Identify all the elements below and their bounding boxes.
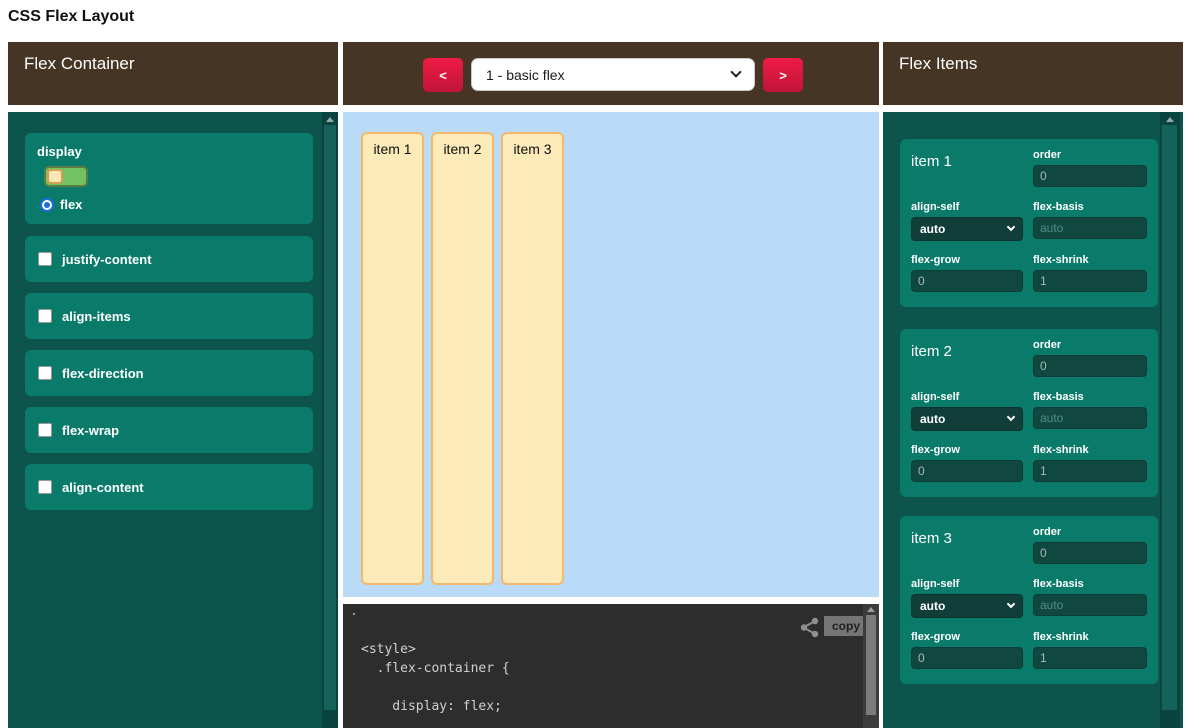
align-self-label: align-self — [911, 391, 1023, 403]
flex-shrink-label: flex-shrink — [1033, 254, 1147, 266]
flex-shrink-input[interactable] — [1033, 460, 1147, 482]
flex-wrap-card[interactable]: flex-wrap — [25, 407, 313, 453]
align-self-select[interactable]: auto — [911, 594, 1023, 618]
flex-grow-label: flex-grow — [911, 631, 1023, 643]
flex-shrink-label: flex-shrink — [1033, 631, 1147, 643]
flex-basis-label: flex-basis — [1033, 578, 1147, 590]
flex-container-title: Flex Container — [24, 54, 135, 74]
align-items-label: align-items — [62, 309, 131, 324]
code-line — [361, 680, 510, 699]
align-items-checkbox[interactable] — [38, 309, 52, 323]
code-scrollbar[interactable] — [863, 604, 879, 728]
align-self-select[interactable]: auto — [911, 407, 1023, 431]
preview-flex-item: item 3 — [501, 132, 564, 585]
next-example-button[interactable]: > — [763, 58, 803, 92]
item-card-title: item 2 — [911, 339, 1023, 382]
flex-direction-label: flex-direction — [62, 366, 144, 381]
display-toggle[interactable] — [44, 166, 88, 187]
align-content-checkbox[interactable] — [38, 480, 52, 494]
flex-direction-checkbox[interactable] — [38, 366, 52, 380]
preview-flex-item: item 2 — [431, 132, 494, 585]
flex-wrap-label: flex-wrap — [62, 423, 119, 438]
code-line: .flex-container { — [361, 661, 510, 680]
flex-basis-input[interactable] — [1033, 407, 1147, 429]
flex-container-panel: display flex justify-content align-items… — [8, 112, 338, 728]
flex-radio-label: flex — [60, 197, 82, 212]
flex-shrink-label: flex-shrink — [1033, 444, 1147, 456]
flex-wrap-checkbox[interactable] — [38, 423, 52, 437]
align-self-label: align-self — [911, 578, 1023, 590]
order-input[interactable] — [1033, 165, 1147, 187]
item-3-card: item 3 order align-self auto flex-basis … — [900, 516, 1158, 684]
flex-grow-label: flex-grow — [911, 444, 1023, 456]
item-1-card: item 1 order align-self auto flex-basis … — [900, 139, 1158, 307]
code-panel: . copy <style> .flex-container { display… — [343, 604, 879, 728]
align-self-label: align-self — [911, 201, 1023, 213]
flex-items-header: Flex Items - 3 + — [883, 42, 1183, 105]
code-scrollbar-thumb[interactable] — [866, 615, 876, 715]
flex-grow-input[interactable] — [911, 460, 1023, 482]
justify-content-label: justify-content — [62, 252, 152, 267]
toggle-knob-icon — [47, 169, 63, 184]
example-select-wrap: 1 - basic flex — [471, 58, 755, 91]
scroll-up-icon[interactable] — [1166, 117, 1174, 122]
item-card-title: item 3 — [911, 526, 1023, 569]
left-panel-scrollbar[interactable] — [322, 112, 338, 728]
copy-button[interactable]: copy — [824, 616, 868, 636]
scroll-up-icon[interactable] — [326, 117, 334, 122]
preview-flex-item: item 1 — [361, 132, 424, 585]
order-input[interactable] — [1033, 542, 1147, 564]
flex-shrink-input[interactable] — [1033, 647, 1147, 669]
order-label: order — [1033, 526, 1147, 538]
flex-basis-label: flex-basis — [1033, 201, 1147, 213]
flex-grow-label: flex-grow — [911, 254, 1023, 266]
flex-basis-input[interactable] — [1033, 594, 1147, 616]
page-title: CSS Flex Layout — [8, 8, 134, 26]
prev-example-button[interactable]: < — [423, 58, 463, 92]
flex-grow-input[interactable] — [911, 270, 1023, 292]
flex-radio[interactable] — [40, 198, 54, 212]
item-2-card: item 2 order align-self auto flex-basis … — [900, 329, 1158, 497]
code-line: display: flex; — [361, 699, 510, 718]
flex-basis-label: flex-basis — [1033, 391, 1147, 403]
example-select[interactable]: 1 - basic flex — [471, 58, 755, 91]
scroll-up-icon[interactable] — [867, 607, 875, 612]
order-label: order — [1033, 339, 1147, 351]
left-scrollbar-thumb[interactable] — [324, 125, 336, 710]
code-line: <style> — [361, 642, 510, 661]
code-caret-dot: . — [352, 602, 356, 618]
justify-content-checkbox[interactable] — [38, 252, 52, 266]
flex-items-panel: item 1 order align-self auto flex-basis … — [883, 112, 1183, 728]
right-scrollbar-thumb[interactable] — [1162, 125, 1177, 710]
flex-shrink-input[interactable] — [1033, 270, 1147, 292]
align-content-label: align-content — [62, 480, 144, 495]
share-icon[interactable] — [800, 617, 819, 638]
align-self-select[interactable]: auto — [911, 217, 1023, 241]
justify-content-card[interactable]: justify-content — [25, 236, 313, 282]
code-text: <style> .flex-container { display: flex; — [361, 642, 510, 718]
item-card-title: item 1 — [911, 149, 1023, 192]
flex-basis-input[interactable] — [1033, 217, 1147, 239]
order-label: order — [1033, 149, 1147, 161]
flex-preview-area: item 1 item 2 item 3 — [343, 112, 879, 597]
display-card: display flex — [25, 133, 313, 224]
flex-container-header: Flex Container — [8, 42, 338, 105]
align-items-card[interactable]: align-items — [25, 293, 313, 339]
order-input[interactable] — [1033, 355, 1147, 377]
align-content-card[interactable]: align-content — [25, 464, 313, 510]
flex-grow-input[interactable] — [911, 647, 1023, 669]
flex-items-title: Flex Items — [899, 54, 977, 74]
flex-direction-card[interactable]: flex-direction — [25, 350, 313, 396]
display-label: display — [37, 144, 82, 159]
right-panel-scrollbar[interactable] — [1160, 112, 1180, 728]
